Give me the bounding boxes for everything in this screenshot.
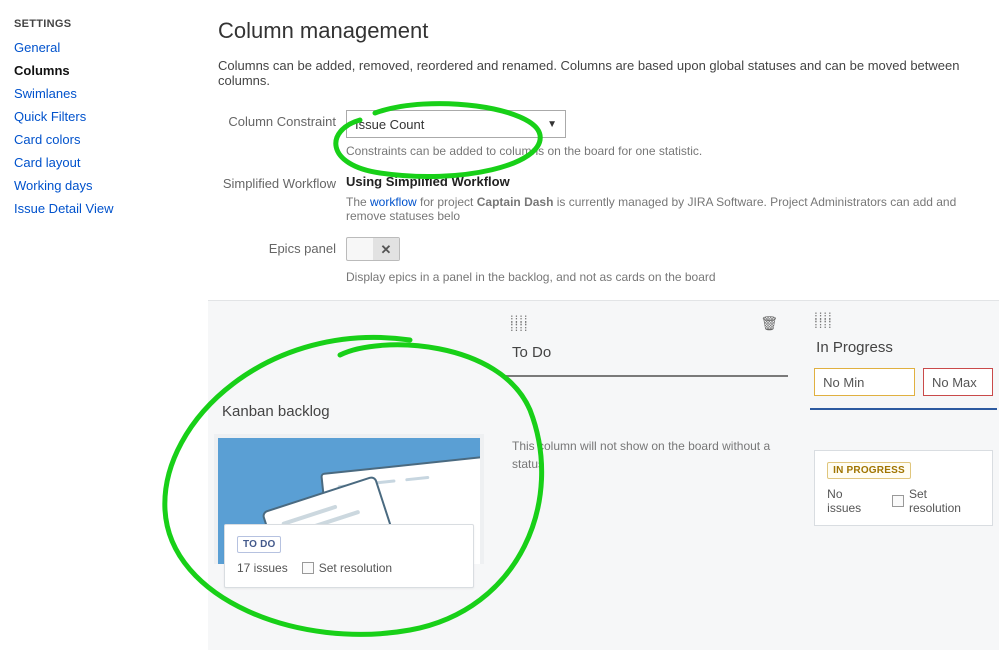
column-constraint-row: Column Constraint Issue Count ▼ Constrai… [218,110,999,158]
backlog-status-card[interactable]: TO DO 17 issues Set resolution [224,524,474,588]
columns-area: Kanban backlog TO DO 17 issues Set resol… [208,300,999,650]
in-progress-column[interactable]: ⁞⁞⁞⁞⁞⁞⁞⁞ In Progress No Min No Max IN PR… [808,309,999,650]
in-progress-column-title[interactable]: In Progress [810,329,997,368]
todo-column-title[interactable]: To Do [506,334,788,373]
in-progress-status-card[interactable]: IN PROGRESS No issues Set resolution [814,450,993,526]
column-constraint-hint: Constraints can be added to columns on t… [346,144,999,158]
page-description: Columns can be added, removed, reordered… [218,58,999,88]
sidebar-item-issue-detail-view[interactable]: Issue Detail View [14,201,113,216]
sidebar-item-columns[interactable]: Columns [14,63,70,78]
drag-handle-icon[interactable]: ⁞⁞⁞⁞⁞⁞⁞⁞ [814,315,832,327]
epics-panel-hint: Display epics in a panel in the backlog,… [346,270,999,284]
min-limit-input[interactable]: No Min [814,368,915,396]
workflow-link[interactable]: workflow [370,195,417,209]
chevron-down-icon: ▼ [547,119,557,130]
todo-badge: TO DO [237,536,281,553]
sidebar-title: SETTINGS [14,18,174,30]
column-constraint-label: Column Constraint [218,110,346,129]
column-constraint-value: Issue Count [355,117,424,132]
drag-handle-icon[interactable]: ⁞⁞⁞⁞⁞⁞⁞⁞ [510,318,528,330]
kanban-backlog-column: Kanban backlog TO DO 17 issues Set resol… [212,309,486,650]
checkbox-icon[interactable] [302,562,314,574]
epics-panel-toggle[interactable]: ✕ [346,237,400,261]
in-progress-set-resolution[interactable]: Set resolution [892,487,980,515]
page-title: Column management [218,18,999,44]
main-content: Column management Columns can be added, … [218,18,999,298]
delete-column-icon[interactable]: 🗑 [760,315,778,332]
kanban-backlog-title: Kanban backlog [222,403,484,420]
in-progress-issue-count: No issues [827,487,878,515]
epics-panel-row: Epics panel ✕ Display epics in a panel i… [218,237,999,284]
epics-panel-label: Epics panel [218,237,346,256]
todo-column[interactable]: ⁞⁞⁞⁞⁞⁞⁞⁞ 🗑 To Do This column will not sh… [504,309,790,650]
todo-column-hint: This column will not show on the board w… [506,437,788,473]
column-constraint-select[interactable]: Issue Count ▼ [346,110,566,138]
simplified-workflow-row: Simplified Workflow Using Simplified Wor… [218,172,999,223]
sidebar-item-card-layout[interactable]: Card layout [14,155,80,170]
simplified-workflow-hint: The workflow for project Captain Dash is… [346,195,999,223]
column-separator [810,408,997,410]
sidebar-item-general[interactable]: General [14,40,60,55]
toggle-on-icon [347,238,373,261]
sidebar-item-quick-filters[interactable]: Quick Filters [14,109,86,124]
simplified-workflow-label: Simplified Workflow [218,172,346,191]
checkbox-icon[interactable] [892,495,904,507]
sidebar-item-card-colors[interactable]: Card colors [14,132,80,147]
sidebar-item-swimlanes[interactable]: Swimlanes [14,86,77,101]
in-progress-badge: IN PROGRESS [827,462,911,479]
toggle-off-icon: ✕ [373,238,399,261]
simplified-workflow-status: Using Simplified Workflow [346,172,999,189]
max-limit-input[interactable]: No Max [923,368,993,396]
backlog-set-resolution[interactable]: Set resolution [302,561,392,575]
column-separator [506,375,788,377]
settings-sidebar: SETTINGS General Columns Swimlanes Quick… [14,18,174,224]
backlog-issue-count: 17 issues [237,561,288,575]
sidebar-item-working-days[interactable]: Working days [14,178,93,193]
